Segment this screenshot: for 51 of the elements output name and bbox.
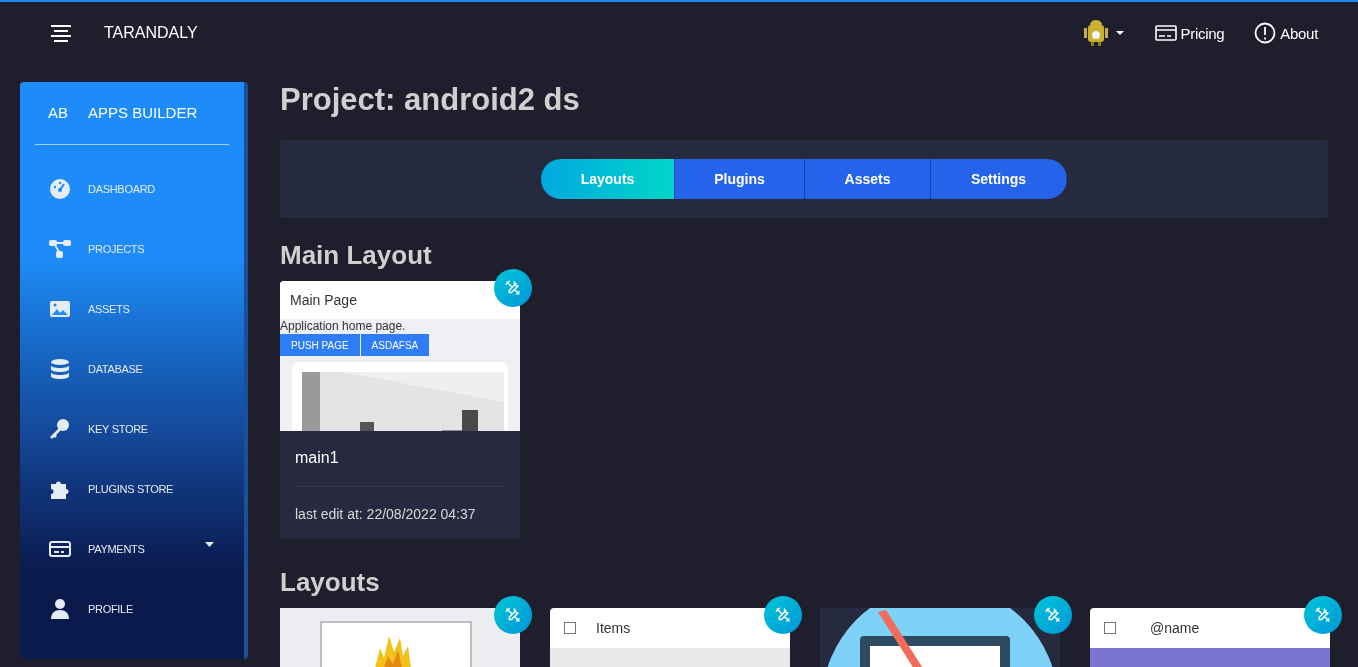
sidebar-item[interactable]: KEY STORE <box>20 399 244 459</box>
robot-avatar-icon[interactable] <box>1082 19 1109 47</box>
tab[interactable]: Plugins <box>675 159 805 199</box>
layout-card[interactable]: Main Page Application home page. PUSH PAGE ASDAFSA main1 last edit at: 22/08/2022 04:37 <box>280 281 520 539</box>
sidebar-item[interactable]: ASSETS <box>20 279 244 339</box>
sidebar-item[interactable]: PROFILE <box>20 579 244 639</box>
sidebar-title: APPS BUILDER <box>88 104 198 121</box>
section-heading: Main Layout <box>280 240 433 271</box>
tab[interactable]: Settings <box>931 159 1067 199</box>
preview-button: PUSH PAGE <box>280 334 360 356</box>
layout-card[interactable]: @name <box>1090 608 1330 667</box>
layout-name: main1 <box>294 448 340 468</box>
last-edit-text: last edit at: 22/08/2022 04:37 <box>294 505 477 524</box>
key-icon <box>48 417 72 441</box>
caret-icon[interactable] <box>1114 30 1125 36</box>
tools-icon <box>1314 606 1332 624</box>
sidebar-item[interactable]: PAYMENTS <box>20 519 244 579</box>
preview-text: Application home page. <box>280 319 407 333</box>
gauge-icon <box>48 177 72 201</box>
tab[interactable]: Assets <box>805 159 931 199</box>
database-icon <box>48 357 72 381</box>
preview-title: Main Page <box>280 281 520 319</box>
pricing-link[interactable]: Pricing <box>1154 24 1225 42</box>
user-icon <box>48 597 72 621</box>
tools-icon <box>504 279 522 297</box>
tools-icon <box>774 606 792 624</box>
brand-initials: AB <box>48 104 68 121</box>
sidebar-item[interactable]: DATABASE <box>20 339 244 399</box>
page-title: Project: android2 ds <box>280 82 581 118</box>
layout-card[interactable]: Items <box>550 608 790 667</box>
tools-icon <box>504 606 522 624</box>
edit-button[interactable] <box>764 596 802 634</box>
sidebar-item[interactable]: PLUGINS STORE <box>20 459 244 519</box>
credit-card-icon <box>1154 25 1177 41</box>
brand-name[interactable]: TARANDALY <box>104 24 198 42</box>
edit-button[interactable] <box>1304 596 1342 634</box>
checkbox[interactable] <box>1104 622 1116 634</box>
preview-button: ASDAFSA <box>360 334 430 356</box>
menu-icon[interactable] <box>50 24 72 42</box>
tools-icon <box>1044 606 1062 624</box>
info-icon <box>1254 22 1277 44</box>
list-label: @name <box>1150 620 1200 636</box>
hierarchy-icon <box>48 237 72 261</box>
section-heading: Layouts <box>280 567 381 598</box>
edit-button[interactable] <box>494 596 532 634</box>
checkbox[interactable] <box>564 622 576 634</box>
caret-icon <box>205 541 214 547</box>
edit-button[interactable] <box>1034 596 1072 634</box>
edit-button[interactable] <box>494 269 532 307</box>
about-link[interactable]: About <box>1254 22 1318 44</box>
list-label: Items <box>596 620 631 636</box>
